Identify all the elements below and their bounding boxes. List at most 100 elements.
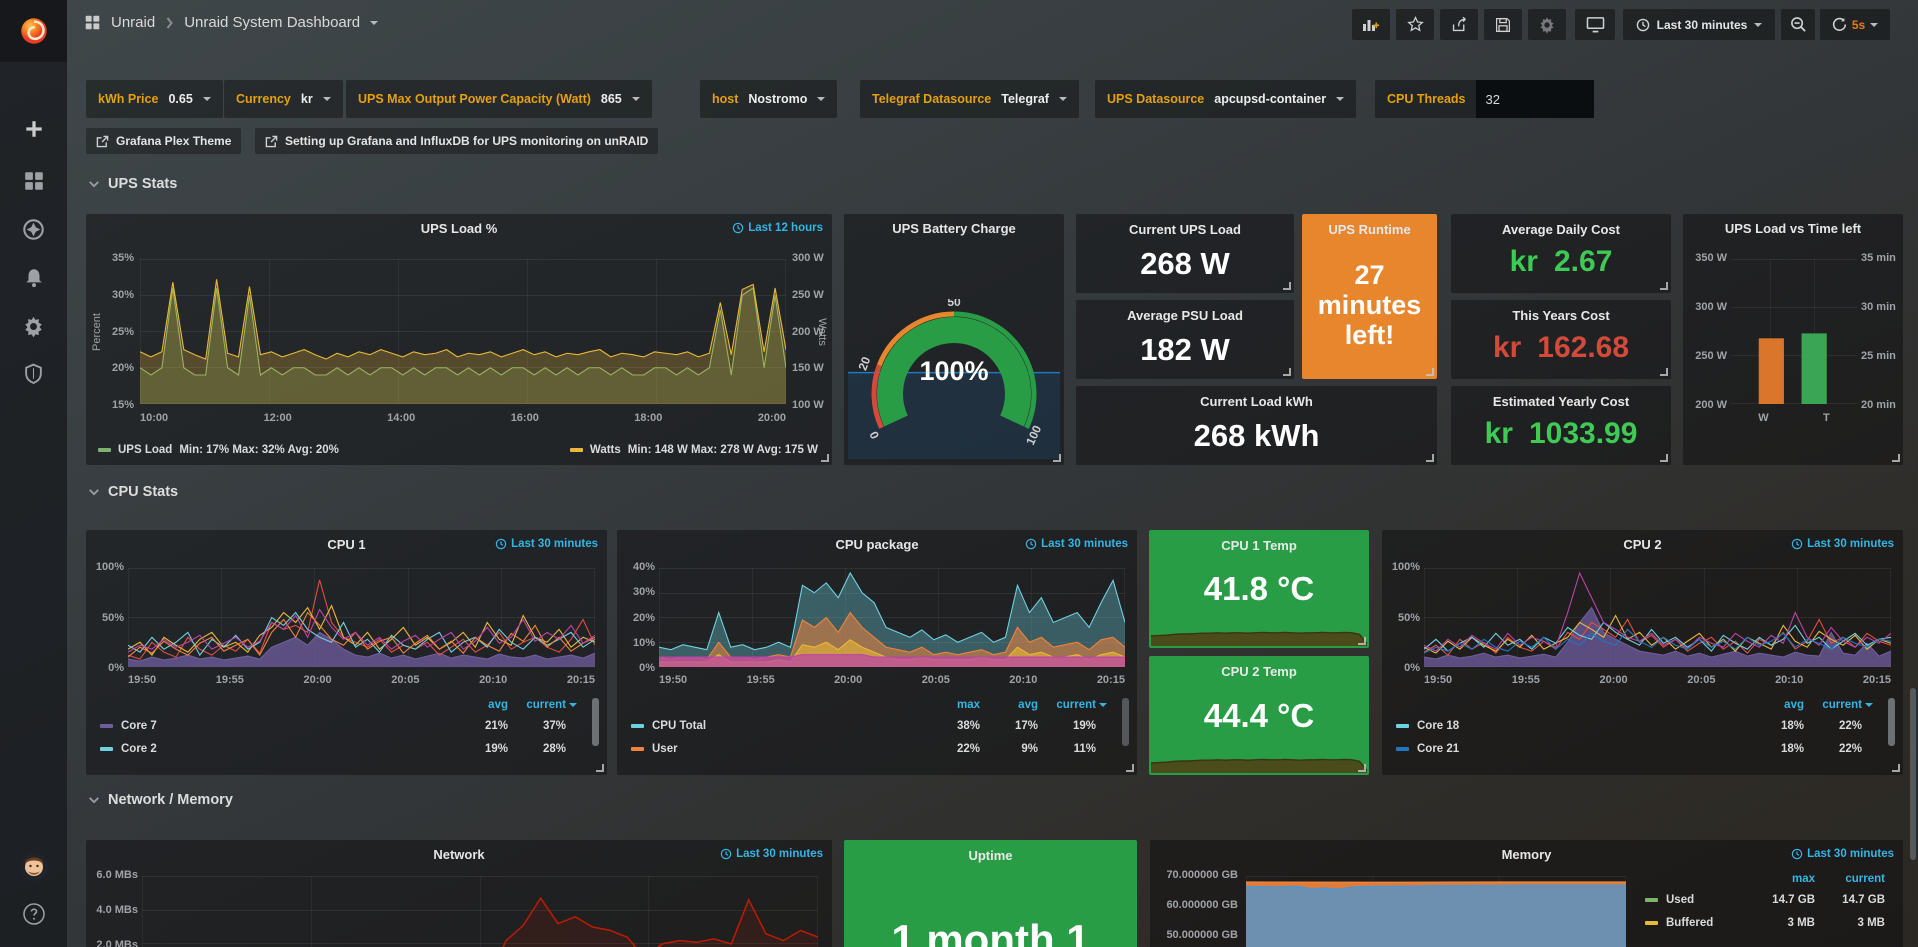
panel-title[interactable]: Memory	[1190, 847, 1863, 862]
panel-title[interactable]: UPS Runtime	[1308, 222, 1431, 237]
variable-value[interactable]: Nostromo	[748, 92, 807, 106]
cpu-threads-input[interactable]	[1476, 80, 1594, 118]
stat-number: 2.67	[1554, 245, 1612, 279]
legend-item[interactable]: User 22% 9% 11%	[631, 737, 1107, 760]
panel-title[interactable]: Estimated Yearly Cost	[1457, 394, 1665, 409]
plot-area[interactable]	[128, 568, 595, 667]
sidebar-user-avatar[interactable]	[0, 846, 67, 888]
panel-title[interactable]: UPS Battery Charge	[854, 221, 1054, 236]
panel-title[interactable]: CPU 2 Temp	[1155, 664, 1363, 679]
series-color-swatch	[1645, 898, 1658, 902]
legend-item[interactable]: Core 2 19% 28%	[100, 737, 577, 760]
zoom-out-button[interactable]	[1781, 9, 1815, 40]
sidebar-dashboards-button[interactable]	[0, 160, 67, 202]
legend-item[interactable]: Core 21 18% 22%	[1396, 737, 1873, 760]
add-panel-button[interactable]	[1352, 9, 1390, 40]
star-button[interactable]	[1396, 9, 1434, 40]
panel-title[interactable]: Average Daily Cost	[1457, 222, 1665, 237]
variable-kwh-price[interactable]: kWh Price 0.65	[86, 80, 223, 118]
dashboard-settings-button[interactable]	[1528, 9, 1566, 40]
avatar	[19, 852, 49, 882]
legend-col-max[interactable]: max	[922, 699, 980, 711]
plot-area[interactable]	[1731, 259, 1857, 404]
chevron-down-icon	[88, 794, 100, 806]
variable-host[interactable]: host Nostromo	[700, 80, 837, 118]
variable-value[interactable]: 0.65	[168, 92, 192, 106]
variable-currency[interactable]: Currency kr	[224, 80, 343, 118]
legend-item-watts[interactable]: Watts Min: 148 W Max: 278 W Avg: 175 W	[570, 444, 818, 456]
legend-scrollbar[interactable]	[592, 698, 599, 746]
legend-item[interactable]: Core 18 18% 22%	[1396, 714, 1873, 737]
panel-time-range[interactable]: Last 30 minutes	[1791, 538, 1894, 550]
dashboard-link-ups-monitoring[interactable]: Setting up Grafana and InfluxDB for UPS …	[255, 128, 658, 154]
panel-title[interactable]: Uptime	[850, 848, 1131, 863]
panel-cpu-package: CPU package Last 30 minutes 40%30%20%10%…	[617, 530, 1137, 775]
panel-time-range[interactable]: Last 30 minutes	[1791, 848, 1894, 860]
dashboard-link-plex-theme[interactable]: Grafana Plex Theme	[86, 128, 241, 154]
plot-area[interactable]	[659, 568, 1125, 667]
variable-value[interactable]: 865	[601, 92, 622, 106]
sidebar-explore-button[interactable]	[0, 208, 67, 250]
sidebar-server-admin-button[interactable]	[0, 352, 67, 394]
variable-value[interactable]: apcupsd-container	[1214, 92, 1326, 106]
series-current: 14.7 GB	[1815, 894, 1885, 906]
page-scrollbar[interactable]	[1910, 688, 1916, 860]
plot-area[interactable]	[1424, 568, 1891, 667]
panel-title[interactable]: Current UPS Load	[1082, 222, 1288, 237]
panel-time-range[interactable]: Last 30 minutes	[1025, 538, 1128, 550]
legend-col-current[interactable]: current	[1038, 699, 1096, 711]
save-button[interactable]	[1484, 9, 1522, 40]
row-header-ups-stats[interactable]: UPS Stats	[88, 176, 177, 192]
page-title[interactable]: Unraid System Dashboard	[184, 14, 360, 31]
plot-area[interactable]	[140, 259, 786, 404]
legend-col-current[interactable]: current	[1815, 873, 1885, 885]
variable-value[interactable]: kr	[301, 92, 313, 106]
legend-scrollbar[interactable]	[1122, 698, 1129, 746]
time-range-picker[interactable]: Last 30 minutes	[1623, 9, 1775, 40]
sidebar-create-button[interactable]	[0, 108, 67, 150]
panel-title[interactable]: Network	[126, 847, 792, 862]
panel-title[interactable]: Current Load kWh	[1082, 394, 1431, 409]
variable-ups-max-output[interactable]: UPS Max Output Power Capacity (Watt) 865	[346, 80, 652, 118]
series-color-swatch	[1396, 724, 1409, 728]
grafana-logo[interactable]	[0, 0, 67, 62]
caret-down-icon[interactable]	[370, 21, 378, 29]
panel-title[interactable]: This Years Cost	[1457, 308, 1665, 323]
variable-telegraf-datasource[interactable]: Telegraf Datasource Telegraf	[860, 80, 1079, 118]
legend-item[interactable]: Buffered 3 MB 3 MB	[1645, 911, 1885, 934]
legend-col-max[interactable]: max	[1745, 873, 1815, 885]
row-header-network-memory[interactable]: Network / Memory	[88, 792, 233, 808]
legend-col-avg[interactable]: avg	[980, 699, 1038, 711]
plot-area[interactable]	[142, 876, 818, 947]
variable-value[interactable]: Telegraf	[1001, 92, 1049, 106]
plot-area[interactable]	[1246, 876, 1626, 947]
legend-col-current[interactable]: current	[1804, 699, 1862, 711]
legend-col-current[interactable]: current	[508, 699, 566, 711]
refresh-interval-label[interactable]: 5s	[1852, 18, 1865, 32]
panel-time-range[interactable]: Last 30 minutes	[495, 538, 598, 550]
sidebar-alerting-button[interactable]	[0, 257, 67, 299]
panel-title[interactable]: CPU 1 Temp	[1155, 538, 1363, 553]
refresh-button[interactable]: 5s	[1820, 9, 1890, 40]
stat-value: kr 1033.99	[1451, 417, 1671, 451]
share-button[interactable]	[1440, 9, 1478, 40]
legend-col-avg[interactable]: avg	[450, 699, 508, 711]
panel-time-range[interactable]: Last 30 minutes	[720, 848, 823, 860]
legend-item[interactable]: Used 14.7 GB 14.7 GB	[1645, 888, 1885, 911]
caret-down-icon	[1336, 97, 1344, 105]
cycle-view-mode-button[interactable]	[1575, 9, 1615, 40]
breadcrumb-app[interactable]: Unraid	[111, 14, 155, 31]
panel-title[interactable]: Average PSU Load	[1082, 308, 1288, 323]
legend-item[interactable]: Core 7 21% 37%	[100, 714, 577, 737]
panel-title[interactable]: UPS Load vs Time left	[1689, 221, 1897, 236]
panel-time-range[interactable]: Last 12 hours	[732, 222, 823, 234]
panel-title[interactable]: UPS Load %	[126, 221, 792, 236]
legend-col-avg[interactable]: avg	[1746, 699, 1804, 711]
legend-item[interactable]: CPU Total 38% 17% 19%	[631, 714, 1107, 737]
legend-item-ups-load[interactable]: UPS Load Min: 17% Max: 32% Avg: 20%	[98, 444, 339, 456]
sidebar-configuration-button[interactable]	[0, 305, 67, 347]
legend-scrollbar[interactable]	[1888, 698, 1895, 746]
row-header-cpu-stats[interactable]: CPU Stats	[88, 484, 178, 500]
sidebar-help-button[interactable]	[0, 893, 67, 935]
variable-ups-datasource[interactable]: UPS Datasource apcupsd-container	[1095, 80, 1356, 118]
